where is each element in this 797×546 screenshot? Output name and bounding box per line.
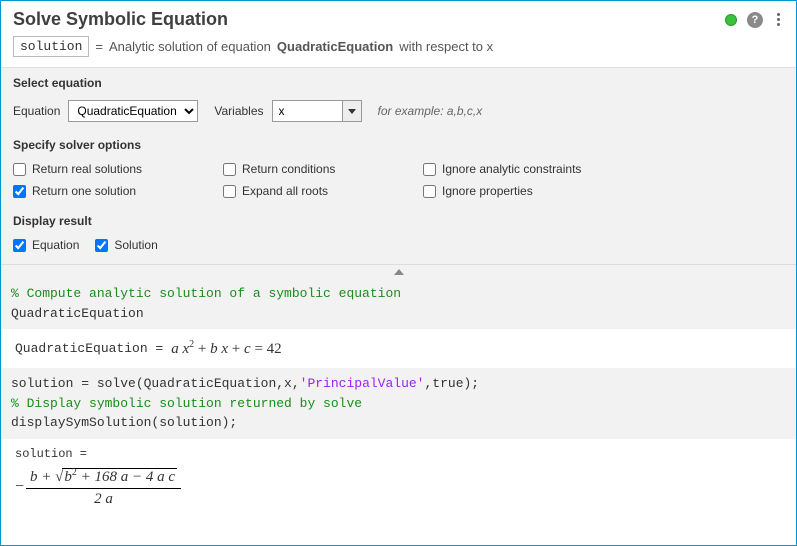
checkbox[interactable] xyxy=(95,239,108,252)
subtitle-suffix: with respect to x xyxy=(399,39,493,54)
checkbox[interactable] xyxy=(13,185,26,198)
opt-return-one[interactable]: Return one solution xyxy=(13,184,223,198)
section-title: Display result xyxy=(13,214,784,228)
section-select-equation: Select equation Equation QuadraticEquati… xyxy=(1,67,796,134)
equals-sign: = xyxy=(95,39,103,54)
opt-ignore-analytic[interactable]: Ignore analytic constraints xyxy=(423,162,643,176)
task-header: Solve Symbolic Equation ? xyxy=(1,1,796,34)
variables-combo xyxy=(272,100,362,122)
solution-head: solution = xyxy=(15,447,782,461)
checkbox[interactable] xyxy=(223,163,236,176)
variables-dropdown-button[interactable] xyxy=(342,100,362,122)
output-var-name: solution xyxy=(13,36,89,57)
solution-output: solution = − b + b2 + 168 a − 4 a c 2 a xyxy=(1,439,796,518)
eq-lhs: QuadraticEquation = xyxy=(15,341,163,356)
code-block-input-2: solution = solve(QuadraticEquation,x,'Pr… xyxy=(1,368,796,439)
disp-equation[interactable]: Equation xyxy=(13,238,79,252)
subtitle-prefix: Analytic solution of equation xyxy=(109,39,271,54)
subtitle-eqname: QuadraticEquation xyxy=(277,39,393,54)
chevron-down-icon xyxy=(348,109,356,114)
section-solver-options: Specify solver options Return real solut… xyxy=(1,134,796,210)
equation-label: Equation xyxy=(13,104,60,118)
task-subtitle: solution = Analytic solution of equation… xyxy=(1,34,796,67)
section-title: Select equation xyxy=(13,76,784,90)
collapse-toggle[interactable] xyxy=(1,264,796,278)
task-title: Solve Symbolic Equation xyxy=(13,9,725,30)
equation-select[interactable]: QuadraticEquation xyxy=(68,100,198,122)
code-block-input-1: % Compute analytic solution of a symboli… xyxy=(1,278,796,329)
minus-sign: − xyxy=(15,478,24,496)
section-display-result: Display result Equation Solution xyxy=(1,210,796,264)
opt-expand-roots[interactable]: Expand all roots xyxy=(223,184,423,198)
more-menu-icon[interactable] xyxy=(773,11,784,28)
status-indicator-icon xyxy=(725,14,737,26)
checkbox[interactable] xyxy=(423,185,436,198)
opt-ignore-properties[interactable]: Ignore properties xyxy=(423,184,643,198)
checkbox[interactable] xyxy=(223,185,236,198)
disp-solution[interactable]: Solution xyxy=(95,238,157,252)
equation-output: QuadraticEquation = a x2 + b x + c = 42 xyxy=(1,329,796,368)
variables-hint: for example: a,b,c,x xyxy=(378,104,483,118)
opt-return-conditions[interactable]: Return conditions xyxy=(223,162,423,176)
opt-return-real[interactable]: Return real solutions xyxy=(13,162,223,176)
section-title: Specify solver options xyxy=(13,138,784,152)
variables-label: Variables xyxy=(214,104,263,118)
header-actions: ? xyxy=(725,11,784,28)
checkbox[interactable] xyxy=(423,163,436,176)
variables-input[interactable] xyxy=(272,100,342,122)
eq-math: a x2 + b x + c = 42 xyxy=(171,339,281,358)
help-icon[interactable]: ? xyxy=(747,12,763,28)
checkbox[interactable] xyxy=(13,239,26,252)
solver-options-grid: Return real solutions Return conditions … xyxy=(13,162,784,198)
chevron-up-icon xyxy=(394,269,404,275)
checkbox[interactable] xyxy=(13,163,26,176)
